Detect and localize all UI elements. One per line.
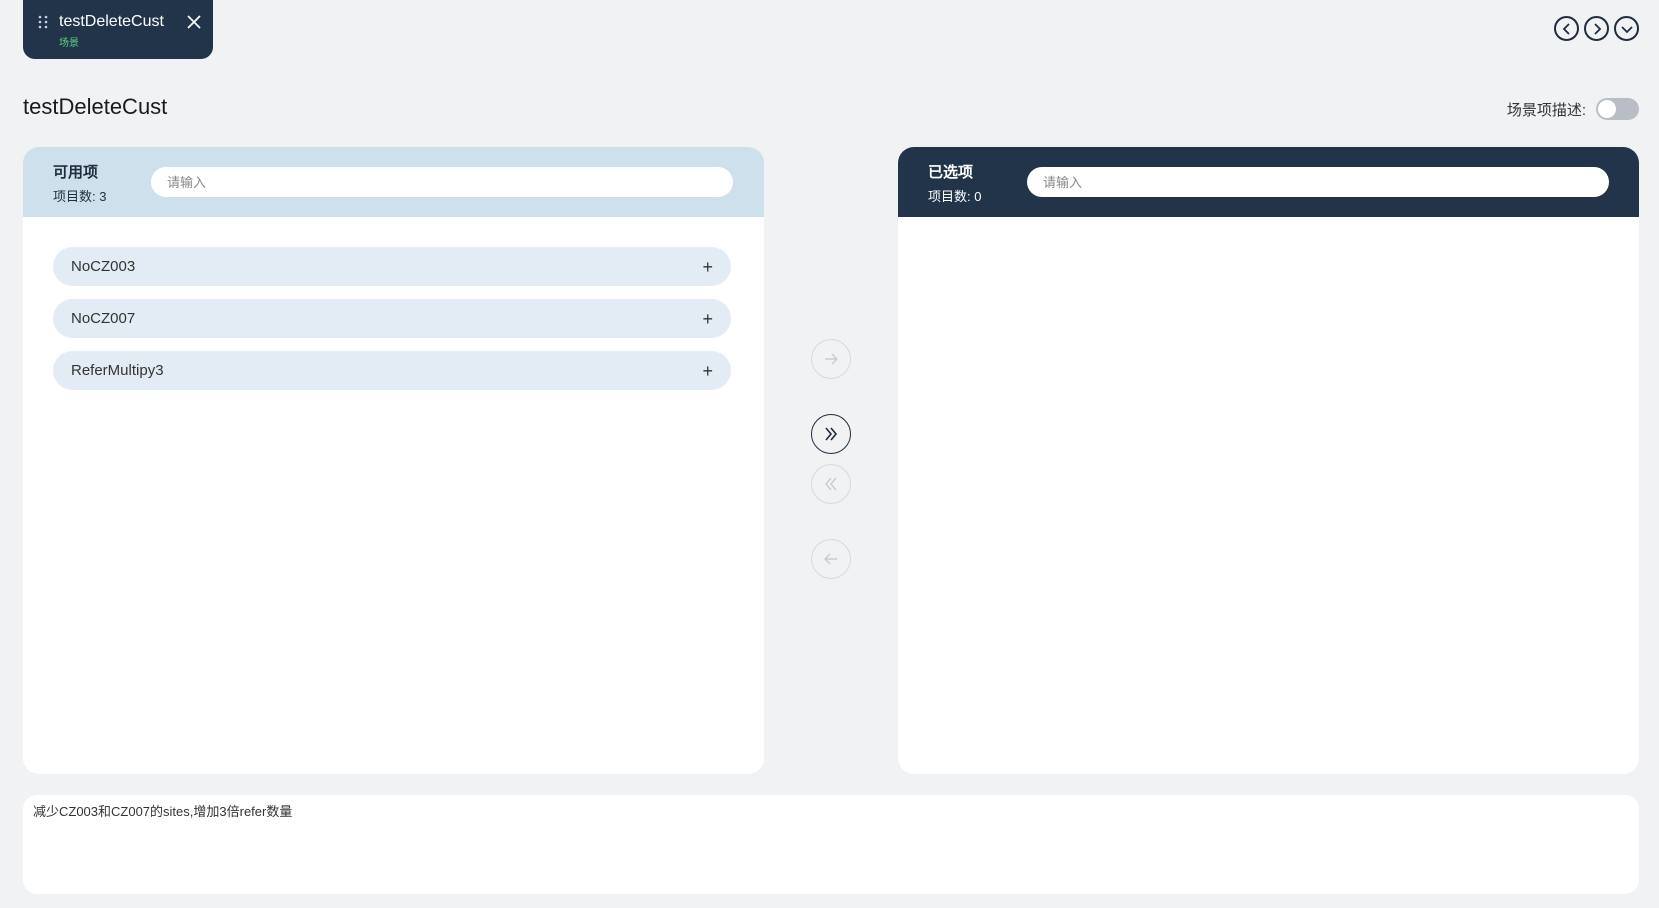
scene-description-textarea[interactable]: 减少CZ003和CZ007的sites,增加3倍refer数量 (23, 795, 1639, 894)
item-label: NoCZ003 (71, 258, 136, 275)
chevron-left-icon (1562, 22, 1570, 35)
available-item-count: 项目数: 3 (53, 186, 106, 205)
move-all-left-button[interactable] (811, 464, 851, 504)
double-chevron-right-icon (825, 427, 838, 441)
arrow-right-icon (825, 353, 838, 365)
chevron-right-icon (1593, 22, 1601, 35)
available-count-value: 3 (99, 189, 107, 204)
selected-panel-title: 已选项 (928, 164, 974, 181)
tab-navigation (1554, 16, 1639, 41)
item-label: ReferMultipy3 (71, 362, 164, 379)
double-chevron-left-icon (825, 477, 837, 491)
selected-count-value: 0 (974, 189, 982, 204)
add-icon[interactable]: + (702, 258, 713, 276)
available-items-panel: 可用项 项目数: 3 NoCZ003 + NoCZ007 + ReferMult… (23, 147, 764, 774)
tab-list-dropdown-button[interactable] (1614, 16, 1639, 41)
tab-title: testDeleteCust (59, 13, 164, 30)
selected-item-count: 项目数: 0 (928, 186, 981, 205)
close-icon[interactable] (186, 14, 202, 30)
description-switch[interactable] (1596, 98, 1639, 120)
available-item-list: NoCZ003 + NoCZ007 + ReferMultipy3 + (23, 217, 764, 390)
list-item[interactable]: ReferMultipy3 + (53, 351, 731, 390)
description-toggle-label: 场景项描述: (1506, 101, 1586, 119)
add-icon[interactable]: + (702, 362, 713, 380)
available-panel-title: 可用项 (53, 164, 99, 181)
selected-items-panel: 已选项 项目数: 0 (898, 147, 1639, 774)
next-tab-button[interactable] (1584, 16, 1609, 41)
move-left-button[interactable] (811, 539, 851, 579)
drag-handle-icon[interactable] (37, 15, 49, 29)
add-icon[interactable]: + (702, 310, 713, 328)
arrow-left-icon (824, 553, 837, 565)
selected-item-list (898, 217, 1639, 247)
move-all-right-button[interactable] (811, 414, 851, 454)
selected-count-label: 项目数: (928, 189, 971, 204)
selected-panel-header: 已选项 项目数: 0 (898, 147, 1639, 217)
page-title: testDeleteCust (23, 94, 168, 119)
move-right-button[interactable] (811, 339, 851, 379)
available-search-input[interactable] (151, 167, 733, 197)
chevron-down-icon (1620, 25, 1633, 33)
selected-search-input[interactable] (1027, 167, 1609, 197)
scene-tab[interactable]: testDeleteCust 场景 (23, 0, 213, 59)
description-toggle: 场景项描述: (1507, 98, 1639, 120)
item-label: NoCZ007 (71, 310, 136, 327)
tab-subtitle: 场景 (59, 38, 79, 49)
switch-knob (1598, 100, 1616, 118)
available-count-label: 项目数: (53, 189, 96, 204)
available-panel-header: 可用项 项目数: 3 (23, 147, 764, 217)
list-item[interactable]: NoCZ003 + (53, 247, 731, 286)
list-item[interactable]: NoCZ007 + (53, 299, 731, 338)
previous-tab-button[interactable] (1554, 16, 1579, 41)
